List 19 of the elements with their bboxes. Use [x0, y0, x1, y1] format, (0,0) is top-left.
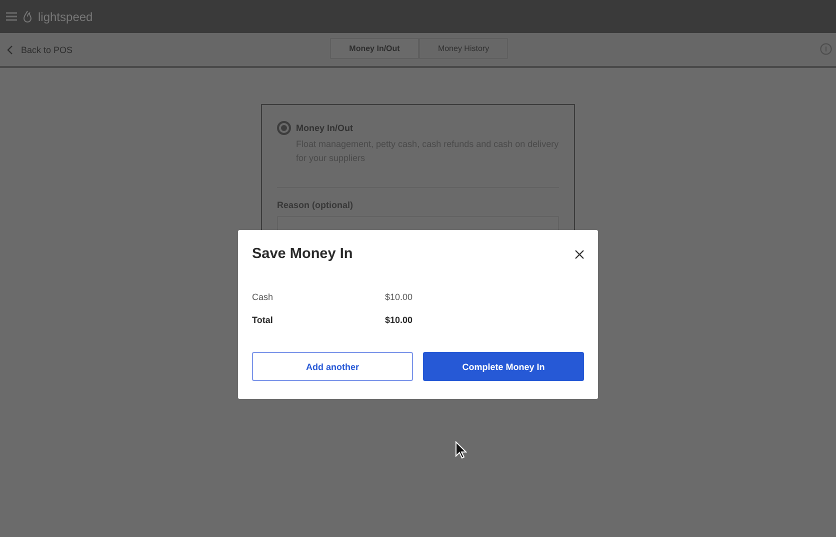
line-label: Total — [252, 315, 274, 325]
radio-button[interactable] — [277, 121, 291, 135]
add-button[interactable]: Add another — [252, 352, 413, 381]
flame-icon — [23, 10, 32, 23]
chevron-left-icon — [7, 44, 13, 54]
back-link[interactable]: Back to POS — [7, 44, 73, 54]
complete-button[interactable]: Complete Money In — [423, 352, 584, 381]
line-label: Cash — [252, 292, 274, 302]
line-amount: $10.00 — [385, 315, 413, 325]
dialog-title: Save Money In — [252, 246, 353, 262]
tab[interactable]: Money In/Out — [330, 38, 419, 59]
option-label: Money In/Out — [296, 122, 354, 135]
close-icon[interactable] — [575, 250, 584, 258]
tab[interactable]: Money History — [419, 38, 508, 59]
line-amount: $10.00 — [385, 292, 413, 302]
info-icon[interactable] — [820, 43, 832, 55]
cursor-icon — [455, 441, 467, 459]
brand-name: lightspeed — [38, 10, 93, 24]
menu-icon[interactable] — [6, 12, 17, 21]
